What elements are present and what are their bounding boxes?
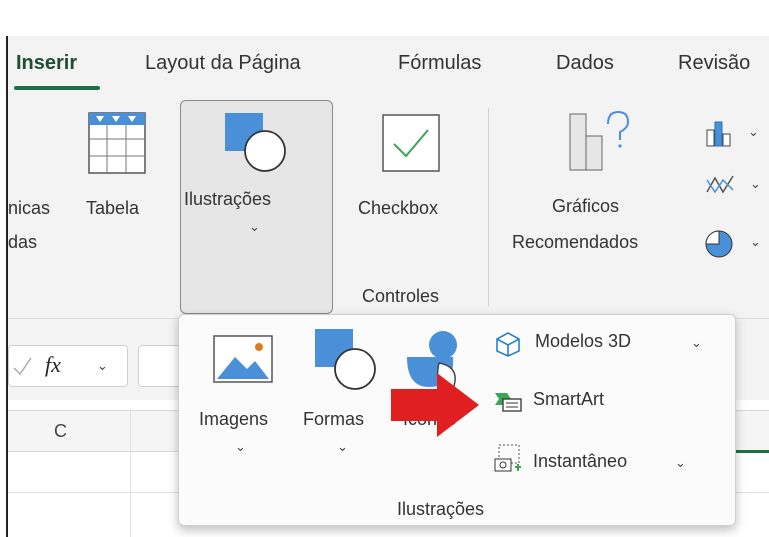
grid-col-line	[130, 410, 131, 537]
tab-dados[interactable]: Dados	[556, 52, 614, 75]
chevron-down-icon: ⌄	[235, 439, 246, 454]
smartart-icon	[495, 393, 522, 412]
pie-chart-icon[interactable]	[703, 228, 735, 260]
chevron-down-icon[interactable]: ⌄	[748, 124, 759, 140]
instantaneo-label: Instantâneo	[533, 451, 628, 471]
ilustracoes-label: Ilustrações	[184, 189, 272, 209]
chevron-down-icon[interactable]: ⌄	[675, 455, 686, 471]
chevron-down-icon[interactable]: ⌄	[750, 234, 761, 250]
chevron-down-icon: ⌄	[249, 219, 260, 234]
checkbox-icon	[382, 114, 440, 172]
controles-group-label: Controles	[362, 286, 440, 306]
selection-indicator	[735, 450, 769, 453]
modelos-3d-label: Modelos 3D	[535, 331, 632, 351]
formas-label: Formas	[303, 409, 365, 429]
ilustracoes-dropdown-panel: Imagens ⌄ Formas ⌄ Ícones	[178, 314, 736, 526]
screenshot-icon	[494, 444, 521, 472]
group-separator	[488, 108, 489, 306]
image-icon	[213, 335, 273, 383]
fx-button[interactable]: fx	[45, 352, 61, 378]
chevron-down-icon[interactable]: ⌄	[691, 335, 702, 351]
tab-inserir[interactable]: Inserir	[16, 52, 77, 75]
column-chart-icon[interactable]	[705, 120, 735, 148]
cube-3d-icon	[496, 332, 520, 357]
active-tab-indicator	[14, 86, 100, 90]
excel-window: Inserir Layout da Página Fórmulas Dados …	[0, 0, 769, 537]
imagens-label: Imagens	[199, 409, 269, 429]
tab-layout-da-pagina[interactable]: Layout da Página	[145, 52, 301, 75]
tabelas-dinamicas-label-partial-2: das	[8, 232, 38, 252]
chevron-down-icon[interactable]: ⌄	[97, 358, 108, 374]
chevron-down-icon[interactable]: ⌄	[750, 176, 761, 192]
top-area	[0, 0, 769, 36]
check-icon[interactable]	[11, 354, 33, 378]
line-chart-icon[interactable]	[705, 172, 737, 198]
function-box: fx ⌄	[8, 345, 128, 387]
column-header-c[interactable]: C	[54, 421, 67, 442]
shapes-icon	[225, 113, 286, 172]
recomendados-label: Recomendados	[512, 232, 639, 252]
shapes-icon	[315, 329, 376, 390]
ilustracoes-group-label: Ilustrações	[397, 499, 485, 519]
graficos-label: Gráficos	[552, 196, 620, 216]
tabela-label: Tabela	[86, 198, 140, 218]
tab-revisao[interactable]: Revisão	[678, 52, 750, 75]
red-arrow-icon	[391, 373, 479, 437]
table-icon	[88, 112, 146, 174]
chevron-down-icon: ⌄	[337, 439, 348, 454]
tab-formulas[interactable]: Fórmulas	[398, 52, 481, 75]
ilustracoes-button[interactable]: Ilustrações ⌄	[180, 100, 333, 314]
tabelas-dinamicas-label-partial[interactable]: nicas	[8, 198, 50, 219]
checkbox-label: Checkbox	[358, 198, 439, 218]
smartart-label: SmartArt	[533, 389, 605, 409]
recommended-charts-icon	[569, 110, 630, 171]
ribbon	[8, 36, 769, 318]
